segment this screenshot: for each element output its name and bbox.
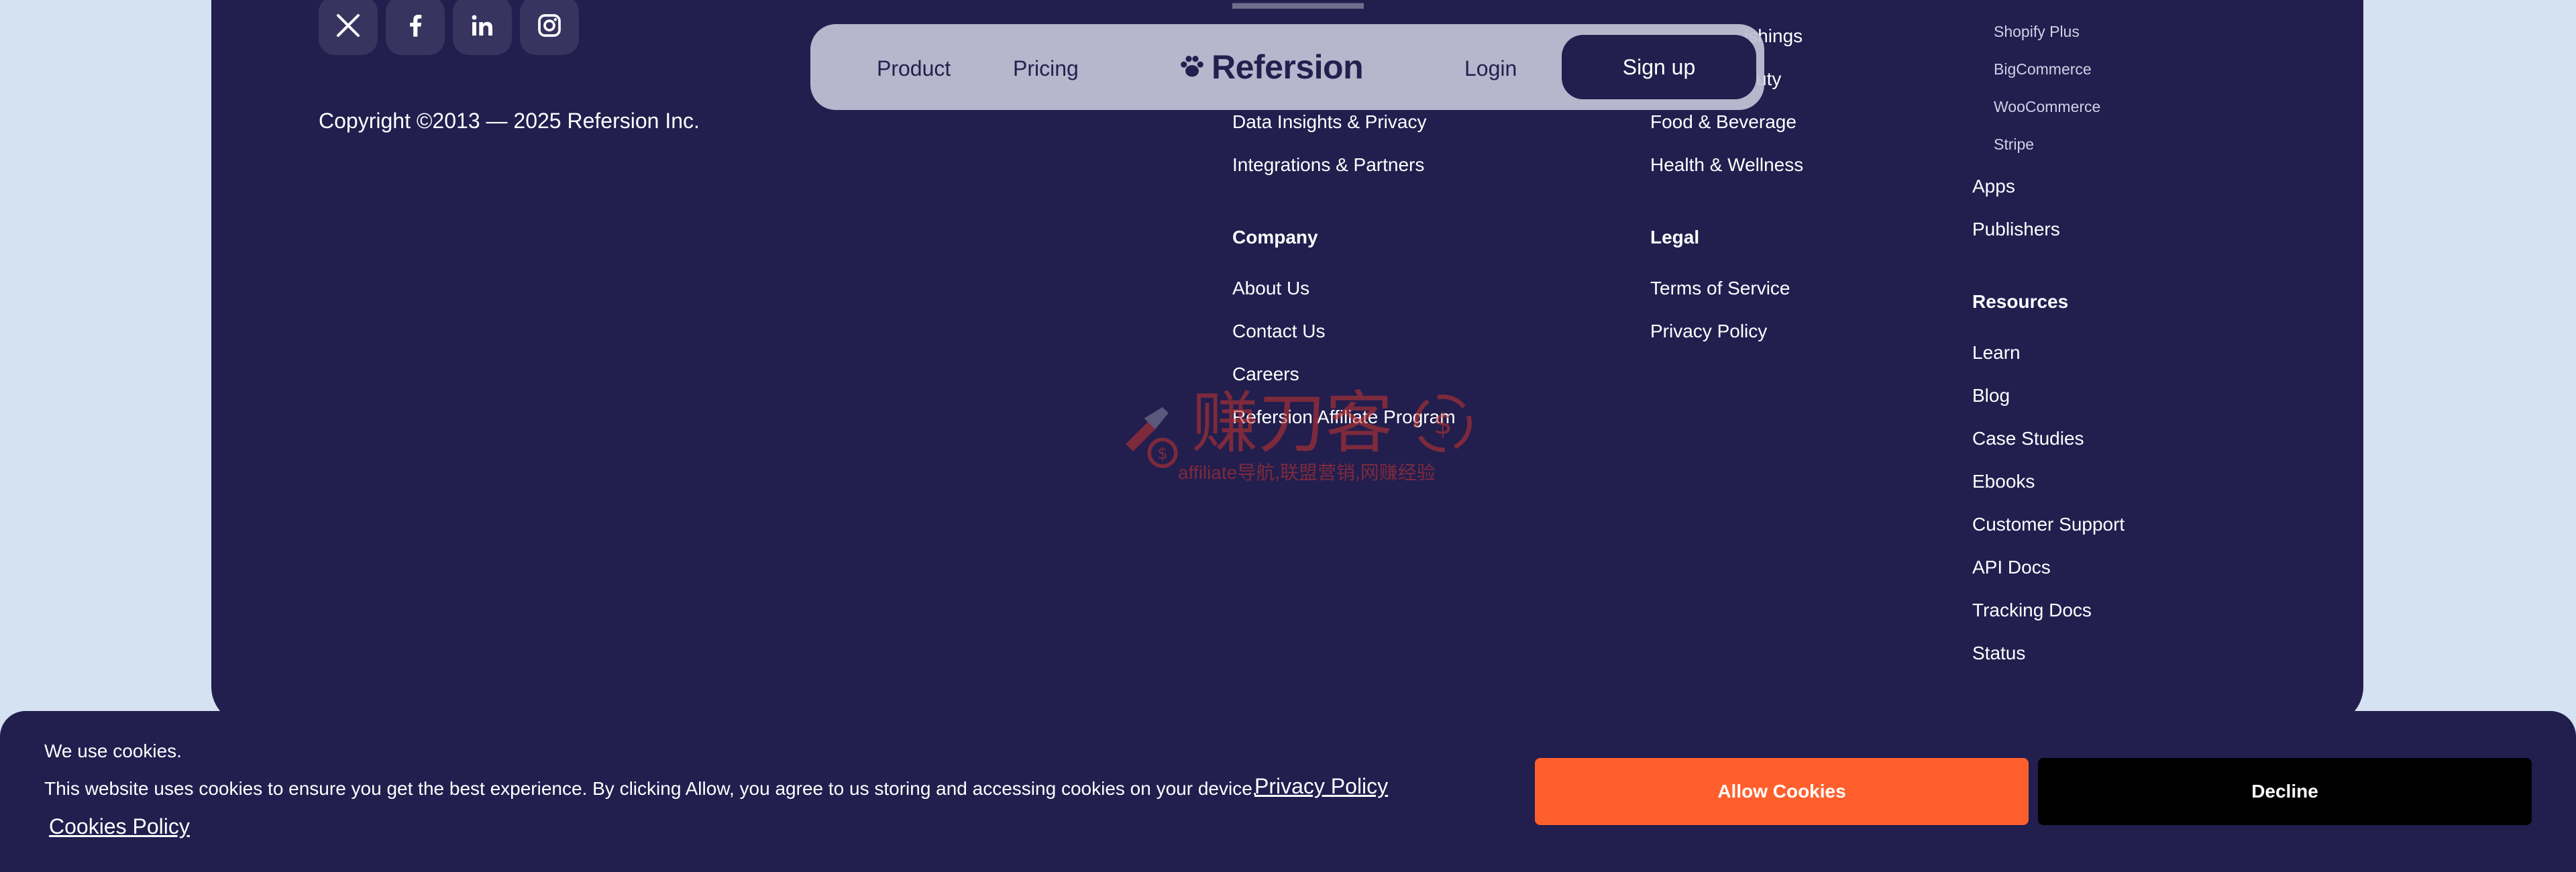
footer-link-publishers[interactable]: Publishers bbox=[1972, 217, 2060, 241]
footer-column-3: Shopify Plus BigCommerce WooCommerce Str… bbox=[1972, 0, 2241, 677]
allow-cookies-button[interactable]: Allow Cookies bbox=[1535, 758, 2029, 825]
company-heading: Company bbox=[1232, 227, 1318, 248]
footer-link-blog[interactable]: Blog bbox=[1972, 384, 2010, 408]
instagram-social-button[interactable] bbox=[520, 0, 579, 55]
cookies-policy-link[interactable]: Cookies Policy bbox=[49, 813, 190, 840]
signup-button[interactable]: Sign up bbox=[1562, 35, 1756, 99]
floating-nav-bar: Product Pricing Refersion Login Sign up bbox=[810, 24, 1764, 110]
footer-link-contact-us[interactable]: Contact Us bbox=[1232, 319, 1326, 343]
footer-link-affiliate-program[interactable]: Refersion Affiliate Program bbox=[1232, 405, 1456, 429]
cookie-consent-banner: We use cookies. This website uses cookie… bbox=[0, 711, 2576, 872]
footer-link-learn[interactable]: Learn bbox=[1972, 341, 2021, 365]
footer-link-data-insights[interactable]: Data Insights & Privacy bbox=[1232, 110, 1426, 134]
footer-link-integrations[interactable]: Integrations & Partners bbox=[1232, 153, 1424, 177]
instagram-icon bbox=[538, 14, 561, 37]
facebook-social-button[interactable] bbox=[386, 0, 445, 55]
linkedin-social-button[interactable] bbox=[453, 0, 512, 55]
cookie-description: This website uses cookies to ensure you … bbox=[44, 778, 1258, 799]
nav-login-link[interactable]: Login bbox=[1464, 55, 1517, 82]
footer-link-apps[interactable]: Apps bbox=[1972, 174, 2015, 199]
footer-sublink-bigcommerce[interactable]: BigCommerce bbox=[1994, 59, 2092, 79]
legal-heading: Legal bbox=[1650, 227, 1700, 248]
footer-link-careers[interactable]: Careers bbox=[1232, 362, 1299, 386]
cookie-privacy-policy-link[interactable]: Privacy Policy bbox=[1254, 773, 1388, 800]
logo-link[interactable]: Refersion bbox=[1177, 47, 1364, 87]
footer-link-food-beverage[interactable]: Food & Beverage bbox=[1650, 110, 1796, 134]
paw-logo-icon bbox=[1181, 56, 1203, 77]
nav-product-link[interactable]: Product bbox=[877, 55, 951, 82]
footer-link-partial: ▬▬▬▬▬▬▬ bbox=[1232, 0, 1364, 13]
facebook-icon bbox=[410, 15, 422, 37]
nav-pricing-link[interactable]: Pricing bbox=[1013, 55, 1079, 82]
footer-link-terms[interactable]: Terms of Service bbox=[1650, 276, 1790, 301]
footer-link-case-studies[interactable]: Case Studies bbox=[1972, 427, 2084, 451]
footer-link-customer-support[interactable]: Customer Support bbox=[1972, 512, 2125, 537]
footer-link-health-wellness[interactable]: Health & Wellness bbox=[1650, 153, 1803, 177]
footer-sublink-shopify-plus[interactable]: Shopify Plus bbox=[1994, 21, 2080, 42]
footer-sublink-woocommerce[interactable]: WooCommerce bbox=[1994, 97, 2100, 117]
footer-link-privacy-policy[interactable]: Privacy Policy bbox=[1650, 319, 1767, 343]
cookie-title: We use cookies. bbox=[44, 741, 182, 761]
social-links bbox=[319, 0, 579, 55]
footer-link-api-docs[interactable]: API Docs bbox=[1972, 555, 2051, 580]
resources-heading: Resources bbox=[1972, 291, 2069, 312]
footer-link-about-us[interactable]: About Us bbox=[1232, 276, 1309, 301]
linkedin-icon bbox=[472, 15, 492, 36]
footer-sublink-stripe[interactable]: Stripe bbox=[1994, 134, 2034, 154]
copyright-text: Copyright ©2013 — 2025 Refersion Inc. bbox=[319, 109, 700, 133]
footer-link-tracking-docs[interactable]: Tracking Docs bbox=[1972, 598, 2092, 622]
footer-link-status[interactable]: Status bbox=[1972, 641, 2025, 665]
x-icon bbox=[337, 14, 360, 37]
logo-text: Refersion bbox=[1212, 48, 1364, 86]
x-social-button[interactable] bbox=[319, 0, 378, 55]
decline-cookies-button[interactable]: Decline bbox=[2038, 758, 2532, 825]
footer-link-ebooks[interactable]: Ebooks bbox=[1972, 470, 2035, 494]
